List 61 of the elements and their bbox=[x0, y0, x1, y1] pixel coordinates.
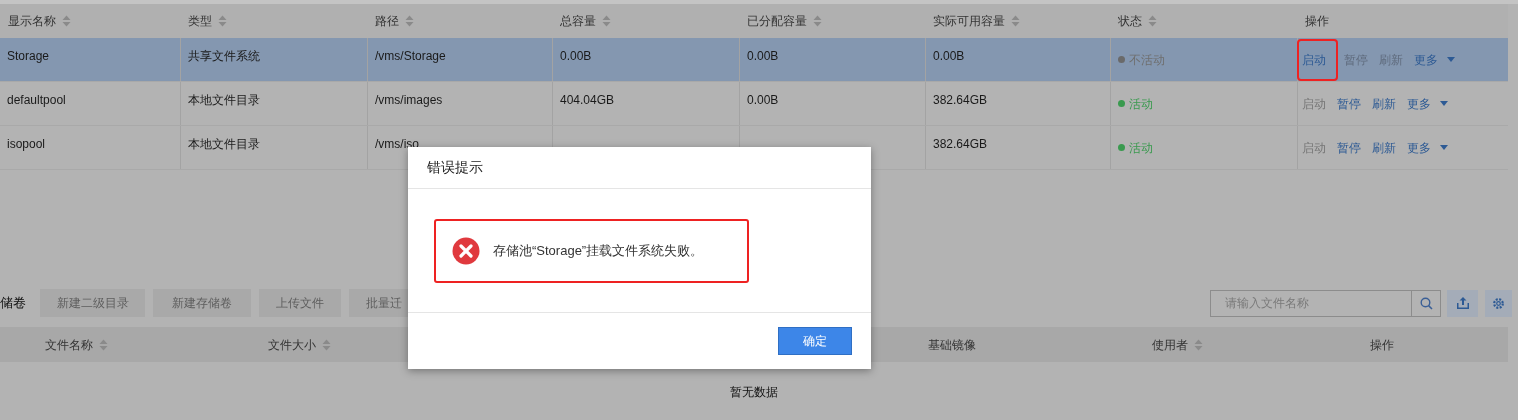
column-header: 基础镜像 bbox=[928, 336, 976, 354]
table-cell-text: 382.64GB bbox=[933, 136, 988, 153]
table-cell-text: 404.04GB bbox=[560, 92, 615, 109]
table-cell-text: 共享文件系统 bbox=[188, 48, 260, 65]
settings-button[interactable] bbox=[1485, 289, 1512, 317]
status-text: 活动 bbox=[1129, 139, 1153, 157]
table-cell-text: 0.00B bbox=[560, 48, 592, 65]
status-text: 不活动 bbox=[1129, 51, 1165, 69]
more-dropdown[interactable]: 更多 bbox=[1411, 46, 1458, 73]
column-header[interactable]: 已分配容量 bbox=[747, 12, 807, 30]
column-header[interactable]: 类型 bbox=[188, 12, 212, 30]
column-header[interactable]: 总容量 bbox=[560, 12, 596, 30]
search-icon bbox=[1419, 296, 1433, 310]
action-link[interactable]: 刷新 bbox=[1369, 90, 1399, 117]
sort-icon[interactable] bbox=[405, 15, 414, 27]
column-header[interactable]: 文件大小 bbox=[268, 335, 316, 354]
table-cell-text: isopool bbox=[7, 136, 46, 153]
sort-icon[interactable] bbox=[1194, 338, 1203, 351]
table-cell-text: defaultpool bbox=[7, 92, 66, 109]
column-header[interactable]: 使用者 bbox=[1152, 335, 1188, 354]
column-header[interactable]: 显示名称 bbox=[8, 12, 56, 30]
action-link[interactable]: 刷新 bbox=[1369, 134, 1399, 161]
table-cell-text: 0.00B bbox=[747, 92, 779, 109]
settings-icon bbox=[1492, 296, 1505, 310]
table-cell-text: 0.00B bbox=[933, 48, 965, 65]
table-cell-text: /vms/Storage bbox=[375, 48, 446, 65]
error-icon bbox=[452, 236, 480, 265]
sort-icon[interactable] bbox=[62, 15, 71, 27]
search-button[interactable] bbox=[1412, 289, 1441, 317]
column-header: 操作 bbox=[1370, 336, 1394, 354]
column-header[interactable]: 状态 bbox=[1118, 12, 1142, 30]
table-cell-text: 本地文件目录 bbox=[188, 92, 260, 109]
empty-message: 暂无数据 bbox=[730, 384, 778, 401]
column-header: 操作 bbox=[1305, 13, 1329, 30]
sort-icon[interactable] bbox=[218, 15, 227, 27]
sort-icon[interactable] bbox=[1011, 15, 1020, 27]
action-link[interactable]: 启动 bbox=[1299, 40, 1336, 79]
dialog-title: 错误提示 bbox=[427, 158, 483, 177]
table-cell-text: 382.64GB bbox=[933, 92, 988, 109]
sort-icon[interactable] bbox=[99, 338, 108, 351]
upload-button[interactable] bbox=[1447, 289, 1478, 317]
table-cell-text: Storage bbox=[7, 48, 50, 65]
sort-icon[interactable] bbox=[1148, 15, 1157, 27]
column-header[interactable]: 实际可用容量 bbox=[933, 12, 1005, 30]
table-cell-text: /vms/images bbox=[375, 92, 443, 109]
upload-icon bbox=[1455, 296, 1470, 310]
sort-icon[interactable] bbox=[322, 338, 331, 351]
table-cell-text: 本地文件目录 bbox=[188, 136, 260, 153]
sort-icon[interactable] bbox=[602, 15, 611, 27]
error-message: 存储池“Storage”挂载文件系统失败。 bbox=[493, 241, 704, 260]
more-dropdown[interactable]: 更多 bbox=[1404, 134, 1451, 161]
table-cell-text: 0.00B bbox=[747, 48, 779, 65]
action-link[interactable]: 暂停 bbox=[1334, 90, 1364, 117]
sort-icon[interactable] bbox=[813, 15, 822, 27]
column-header[interactable]: 路径 bbox=[375, 12, 399, 30]
column-header[interactable]: 文件名称 bbox=[45, 335, 93, 354]
more-dropdown[interactable]: 更多 bbox=[1404, 90, 1451, 117]
panel-title: 储卷 bbox=[0, 294, 27, 313]
ok-button[interactable]: 确定 bbox=[778, 327, 852, 355]
action-link[interactable]: 暂停 bbox=[1334, 134, 1364, 161]
status-text: 活动 bbox=[1129, 95, 1153, 113]
